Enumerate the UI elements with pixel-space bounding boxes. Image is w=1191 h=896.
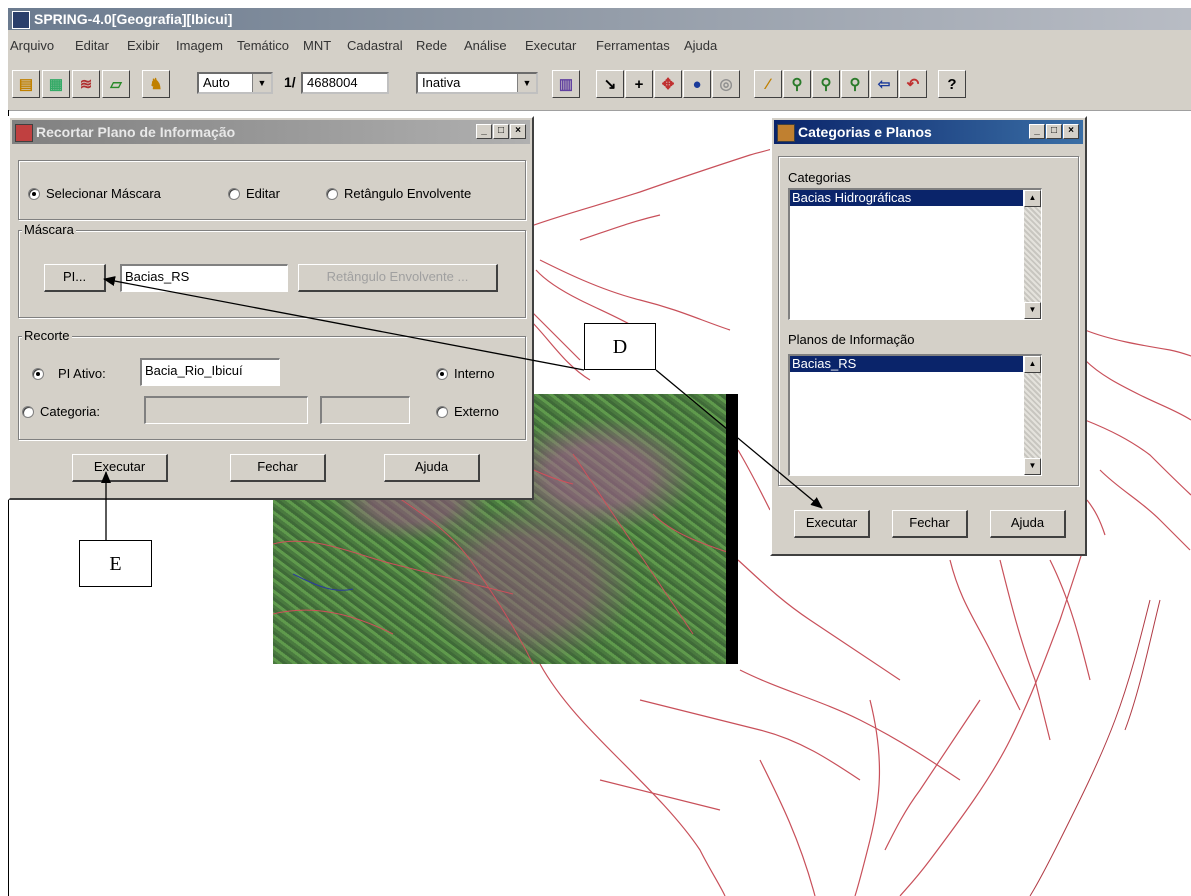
callout-arrows	[101, 276, 823, 540]
arrow-d-to-executar	[655, 369, 823, 509]
callout-d: D	[584, 323, 656, 370]
arrow-d-to-pi-button	[103, 276, 585, 371]
callout-e: E	[79, 540, 152, 587]
